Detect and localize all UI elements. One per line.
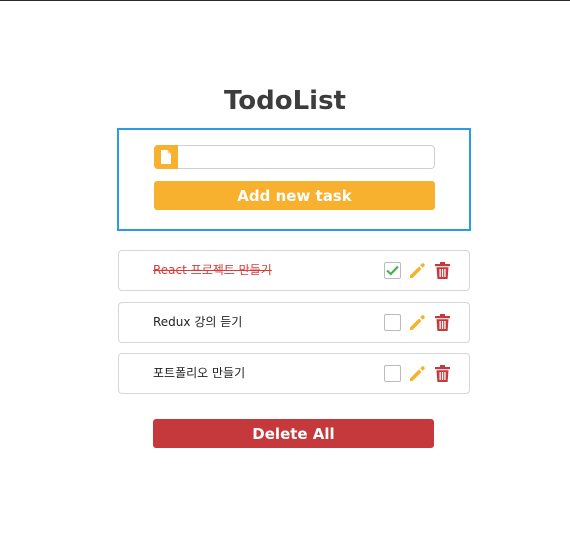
todo-item: 포트폴리오 만들기 — [118, 353, 470, 394]
todo-checkbox[interactable] — [384, 262, 401, 279]
todo-checkbox[interactable] — [384, 365, 401, 382]
pencil-icon[interactable] — [408, 364, 427, 383]
todo-item: React 프로젝트 만들기 — [118, 250, 470, 291]
todo-checkbox[interactable] — [384, 314, 401, 331]
trash-icon[interactable] — [433, 364, 452, 383]
check-icon — [386, 265, 399, 276]
delete-all-button[interactable]: Delete All — [153, 419, 434, 448]
trash-icon[interactable] — [433, 261, 452, 280]
add-task-button[interactable]: Add new task — [154, 181, 435, 210]
task-input[interactable] — [179, 146, 434, 168]
trash-icon[interactable] — [433, 313, 452, 332]
add-task-form: Add new task — [117, 128, 471, 231]
document-icon — [154, 145, 178, 169]
pencil-icon[interactable] — [408, 313, 427, 332]
task-input-wrapper — [154, 145, 435, 169]
todo-text: React 프로젝트 만들기 — [153, 263, 272, 277]
page-title: TodoList — [223, 86, 346, 116]
todo-text: Redux 강의 듣기 — [153, 315, 243, 329]
top-border-line — [0, 0, 570, 1]
todo-item: Redux 강의 듣기 — [118, 302, 470, 343]
todo-text: 포트폴리오 만들기 — [153, 366, 246, 380]
pencil-icon[interactable] — [408, 261, 427, 280]
